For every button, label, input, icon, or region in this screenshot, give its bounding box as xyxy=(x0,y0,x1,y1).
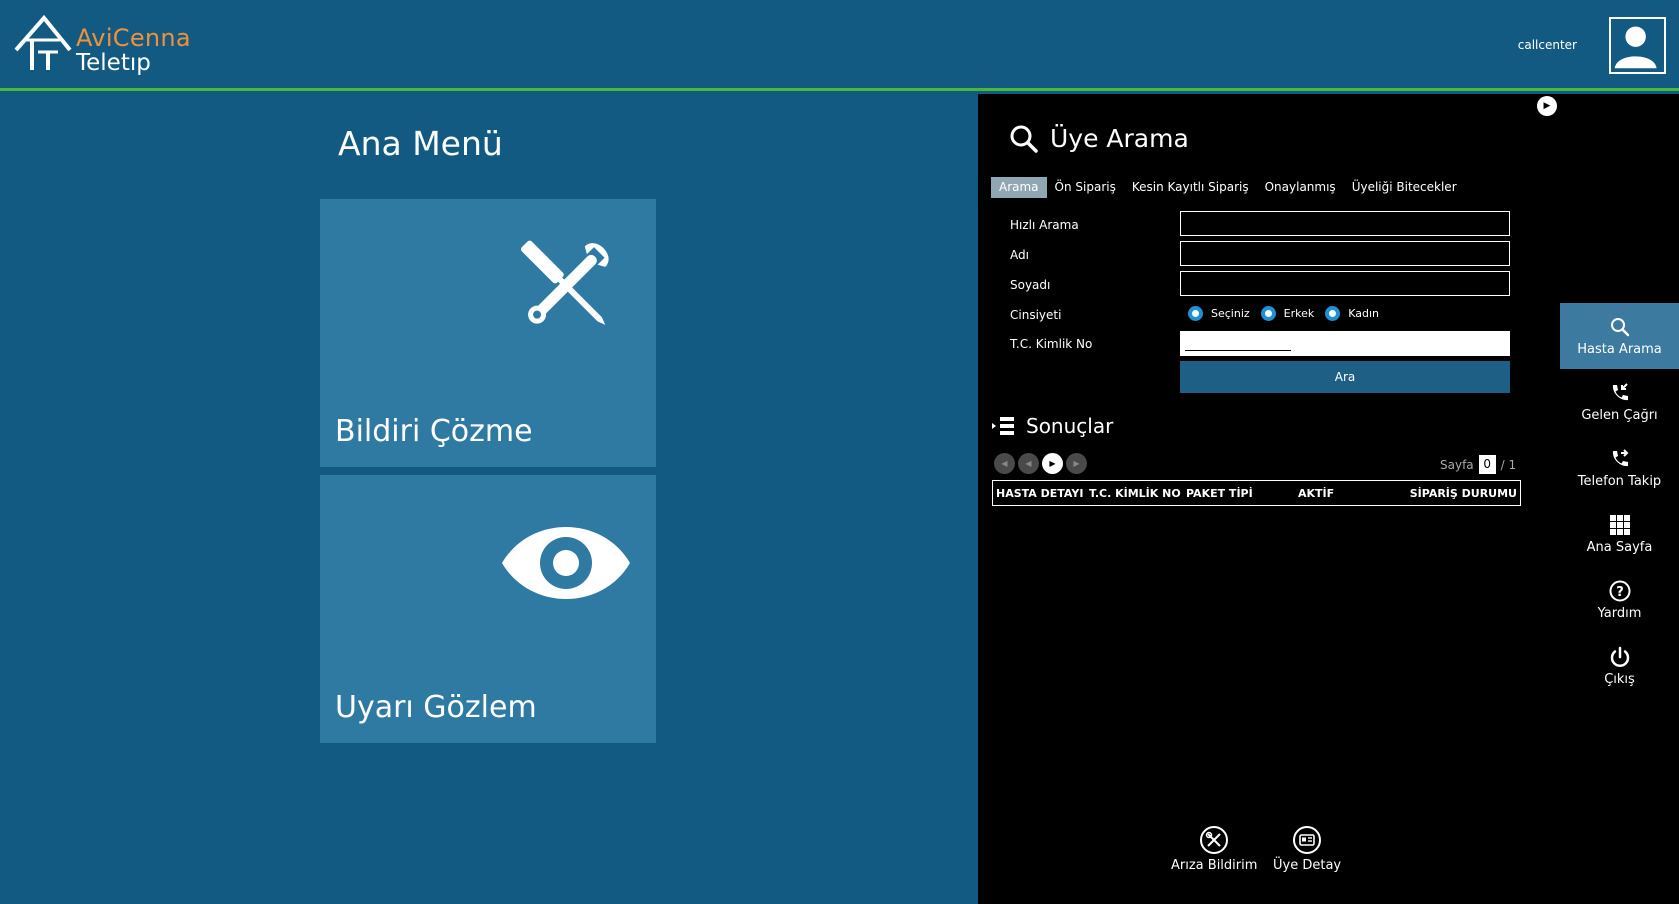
tile-uyari-gozlem[interactable]: Uyarı Gözlem xyxy=(320,475,656,743)
column-header[interactable]: HASTA DETAYI xyxy=(996,487,1083,500)
tc-label: T.C. Kimlik No xyxy=(1010,337,1093,351)
tab-arama[interactable]: Arama xyxy=(991,177,1047,198)
results-title: Sonuçlar xyxy=(1026,414,1114,438)
logo-text-avicenna: AviCenna xyxy=(76,24,191,52)
last-page-button[interactable]: ▶ xyxy=(1066,453,1087,474)
prev-page-button[interactable]: ◀ xyxy=(1018,453,1039,474)
sidenav-ana-sayfa[interactable]: Ana Sayfa xyxy=(1560,501,1679,567)
svg-text:?: ? xyxy=(1616,585,1624,600)
tile-bildiri-cozme[interactable]: Bildiri Çözme xyxy=(320,199,656,467)
column-header[interactable]: T.C. KİMLİK NO xyxy=(1089,487,1181,500)
eye-icon xyxy=(502,527,630,599)
results-header[interactable]: Sonuçlar xyxy=(992,414,1113,438)
app-logo[interactable]: AviCenna Teletıp xyxy=(14,14,194,76)
pagination: ◀ ◀ ▶ ▶ xyxy=(994,453,1087,474)
sidenav-yardim[interactable]: ? Yardım xyxy=(1560,567,1679,633)
page-indicator: Sayfa 0 / 1 xyxy=(1440,455,1516,474)
logo-text-teletip: Teletıp xyxy=(76,50,151,76)
page-current-input[interactable]: 0 xyxy=(1478,455,1496,474)
radio-label: Erkek xyxy=(1283,307,1315,320)
username-label[interactable]: callcenter xyxy=(1518,38,1577,52)
search-panel-header: Üye Arama xyxy=(1010,124,1189,153)
column-header[interactable]: AKTİF xyxy=(1298,487,1334,500)
radio-label: Seçiniz xyxy=(1211,307,1250,320)
id-card-icon xyxy=(1293,826,1322,854)
gender-radio-kadin[interactable] xyxy=(1325,306,1341,321)
search-icon xyxy=(1610,317,1629,336)
collapse-panel-button[interactable]: ▶ xyxy=(1537,96,1557,116)
tools-icon xyxy=(520,240,609,325)
app-header: AviCenna Teletıp callcenter xyxy=(0,0,1679,91)
gender-radio-group: Seçiniz Erkek Kadın xyxy=(1188,306,1390,321)
tile-label: Bildiri Çözme xyxy=(335,414,533,449)
grid-icon xyxy=(1609,514,1630,535)
tab-kesin-kayitli-siparis[interactable]: Kesin Kayıtlı Sipariş xyxy=(1124,177,1257,198)
radio-label: Kadın xyxy=(1348,307,1380,320)
user-icon xyxy=(1614,26,1657,69)
search-tabs: Arama Ön Sipariş Kesin Kayıtlı Sipariş O… xyxy=(991,177,1465,198)
logo-house-icon xyxy=(14,14,72,70)
sidenav-gelen-cagri[interactable]: Gelen Çağrı xyxy=(1560,369,1679,435)
quick-search-input[interactable] xyxy=(1180,211,1510,236)
tab-onaylanmis[interactable]: Onaylanmış xyxy=(1257,177,1344,198)
sidenav-telefon-takip[interactable]: Telefon Takip xyxy=(1560,435,1679,501)
tc-mask-underline xyxy=(1185,350,1291,351)
chevron-right-icon: ▶ xyxy=(1543,101,1551,111)
uye-detay-button[interactable]: Üye Detay xyxy=(1273,826,1341,873)
gender-radio-seciniz[interactable] xyxy=(1188,306,1203,321)
column-header[interactable]: SİPARİŞ DURUMU xyxy=(1410,487,1517,500)
search-button[interactable]: Ara xyxy=(1180,361,1510,393)
ariza-bildirim-button[interactable]: Arıza Bildirim xyxy=(1171,826,1257,873)
name-label: Adı xyxy=(1010,248,1029,262)
list-icon xyxy=(992,417,1014,435)
name-input[interactable] xyxy=(1180,241,1510,266)
sidenav-label: Telefon Takip xyxy=(1577,473,1662,489)
bottom-action-label: Arıza Bildirim xyxy=(1171,858,1258,873)
search-icon xyxy=(1010,125,1038,153)
power-icon xyxy=(1610,646,1629,667)
main-menu-title: Ana Menü xyxy=(338,124,503,163)
sidenav-cikis[interactable]: Çıkış xyxy=(1560,633,1679,699)
first-page-button[interactable]: ◀ xyxy=(994,453,1015,474)
tile-label: Uyarı Gözlem xyxy=(335,690,537,725)
next-page-button[interactable]: ▶ xyxy=(1042,453,1063,474)
gender-label: Cinsiyeti xyxy=(1010,308,1062,322)
column-header[interactable]: PAKET TİPİ xyxy=(1186,487,1253,500)
sidenav-label: Çıkış xyxy=(1604,671,1635,687)
surname-label: Soyadı xyxy=(1010,278,1051,292)
surname-input[interactable] xyxy=(1180,271,1510,296)
results-table-header: HASTA DETAYI T.C. KİMLİK NO PAKET TİPİ A… xyxy=(992,480,1521,506)
page-total: / 1 xyxy=(1500,457,1517,472)
sidenav-label: Gelen Çağrı xyxy=(1581,407,1658,423)
user-avatar[interactable] xyxy=(1609,17,1666,74)
tc-input[interactable] xyxy=(1180,331,1510,356)
tools-circle-icon xyxy=(1200,826,1229,854)
help-icon: ? xyxy=(1609,580,1630,601)
tab-on-siparis[interactable]: Ön Sipariş xyxy=(1047,177,1124,198)
quick-search-label: Hızlı Arama xyxy=(1010,218,1079,232)
gender-radio-erkek[interactable] xyxy=(1260,306,1276,321)
page-label: Sayfa xyxy=(1440,457,1474,472)
sidenav-label: Ana Sayfa xyxy=(1586,539,1653,555)
bottom-action-label: Üye Detay xyxy=(1273,858,1342,873)
sidenav-hasta-arama[interactable]: Hasta Arama xyxy=(1560,303,1679,369)
search-panel-title: Üye Arama xyxy=(1050,124,1189,153)
sidenav-label: Hasta Arama xyxy=(1577,341,1662,357)
phone-incoming-icon xyxy=(1612,382,1628,400)
sidenav-label: Yardım xyxy=(1597,605,1642,621)
tab-uyeligi-bitecekler[interactable]: Üyeliği Bitecekler xyxy=(1344,177,1465,198)
phone-track-icon xyxy=(1612,448,1628,466)
